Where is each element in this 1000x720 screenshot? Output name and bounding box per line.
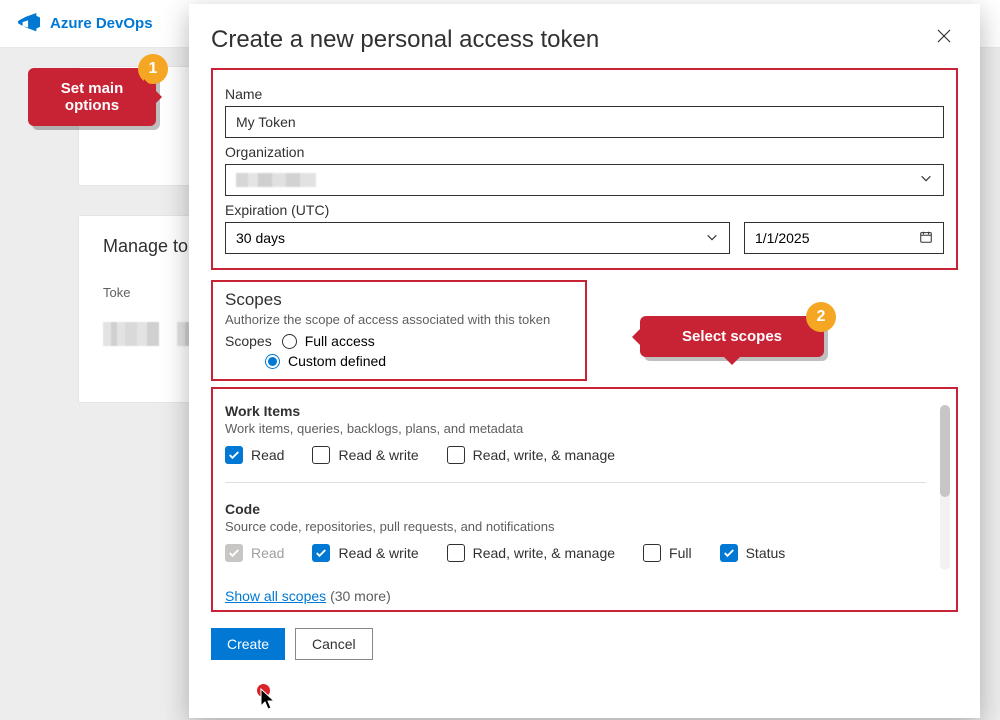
expiration-duration-value: 30 days [236, 230, 285, 246]
close-icon [937, 29, 951, 48]
annotation-callout-2: 2 Select scopes [640, 316, 824, 357]
chevron-down-icon [705, 230, 719, 247]
create-pat-modal: Create a new personal access token Name … [189, 4, 980, 718]
name-label: Name [225, 86, 944, 102]
scope-option[interactable]: Read & write [312, 544, 418, 562]
scope-option-label: Read [251, 545, 284, 561]
annotation-text-2: Select scopes [654, 328, 810, 345]
scope-group-options: Read Read & write Read, write, & manage Ful… [225, 544, 926, 562]
checkbox[interactable] [312, 446, 330, 464]
scope-group-options: Read Read & write Read, write, & manage [225, 446, 926, 464]
scope-option[interactable]: Read & write [312, 446, 418, 464]
checkbox[interactable] [720, 544, 738, 562]
radio-custom-defined[interactable] [265, 354, 280, 369]
blurred-content [103, 322, 159, 346]
scopes-subtitle: Authorize the scope of access associated… [225, 312, 573, 327]
scope-option[interactable]: Read [225, 446, 284, 464]
modal-footer: Create Cancel [189, 612, 980, 678]
expiration-duration-select[interactable]: 30 days [225, 222, 730, 254]
calendar-icon [919, 230, 933, 247]
checkbox[interactable] [312, 544, 330, 562]
scope-group-desc: Work items, queries, backlogs, plans, an… [225, 421, 926, 436]
show-all-scopes: Show all scopes (30 more) [225, 588, 944, 604]
show-all-scopes-count: (30 more) [330, 588, 391, 604]
divider [225, 482, 926, 483]
scope-option-label: Read & write [338, 545, 418, 561]
expiration-date-input[interactable]: 1/1/2025 [744, 222, 944, 254]
scope-option[interactable]: Read, write, & manage [447, 544, 615, 562]
scopes-label: Scopes [225, 333, 272, 349]
scope-option[interactable]: Read, write, & manage [447, 446, 615, 464]
radio-full-access-label[interactable]: Full access [305, 333, 375, 349]
scope-option-label: Read, write, & manage [473, 447, 615, 463]
app-name[interactable]: Azure DevOps [50, 15, 153, 32]
main-options-section: Name Organization Expiration (UTC) 30 da… [211, 68, 958, 270]
scope-option[interactable]: Full [643, 544, 692, 562]
close-button[interactable] [930, 24, 958, 52]
scope-list-scrollbar[interactable] [940, 405, 950, 570]
scope-option: Read [225, 544, 284, 562]
checkbox[interactable] [225, 446, 243, 464]
organization-select[interactable] [225, 164, 944, 196]
scope-group: Code Source code, repositories, pull requ… [225, 501, 926, 562]
checkbox[interactable] [447, 446, 465, 464]
name-input[interactable] [225, 106, 944, 138]
scope-option-label: Read & write [338, 447, 418, 463]
cursor-icon [260, 688, 278, 712]
scope-group-title: Code [225, 501, 926, 517]
scrollbar-thumb[interactable] [940, 405, 950, 497]
scope-option-label: Status [746, 545, 786, 561]
scope-option-label: Full [669, 545, 692, 561]
modal-title: Create a new personal access token [211, 26, 958, 54]
annotation-number-2: 2 [806, 302, 836, 332]
checkbox [225, 544, 243, 562]
cancel-button[interactable]: Cancel [295, 628, 373, 660]
organization-value-blurred [236, 173, 316, 187]
show-all-scopes-link[interactable]: Show all scopes [225, 588, 326, 604]
azure-devops-logo-icon [18, 13, 40, 35]
checkbox[interactable] [447, 544, 465, 562]
annotation-number-1: 1 [138, 54, 168, 84]
create-button[interactable]: Create [211, 628, 285, 660]
radio-custom-defined-label[interactable]: Custom defined [288, 353, 386, 369]
expiration-date-value: 1/1/2025 [755, 230, 810, 246]
scope-list-section: Work Items Work items, queries, backlogs,… [211, 387, 958, 612]
chevron-down-icon [919, 171, 933, 190]
scope-group: Work Items Work items, queries, backlogs,… [225, 403, 926, 464]
scope-option[interactable]: Status [720, 544, 786, 562]
annotation-callout-1: 1 Set main options [28, 68, 156, 126]
scopes-header-section: Scopes Authorize the scope of access ass… [211, 280, 587, 381]
scope-group-desc: Source code, repositories, pull requests… [225, 519, 926, 534]
scopes-title: Scopes [225, 290, 573, 310]
annotation-text-1: Set main options [42, 80, 142, 114]
scope-option-label: Read, write, & manage [473, 545, 615, 561]
organization-label: Organization [225, 144, 944, 160]
expiration-label: Expiration (UTC) [225, 202, 944, 218]
scope-group-title: Work Items [225, 403, 926, 419]
scope-option-label: Read [251, 447, 284, 463]
checkbox[interactable] [643, 544, 661, 562]
radio-full-access[interactable] [282, 334, 297, 349]
token-column-label: Toke [103, 285, 130, 300]
